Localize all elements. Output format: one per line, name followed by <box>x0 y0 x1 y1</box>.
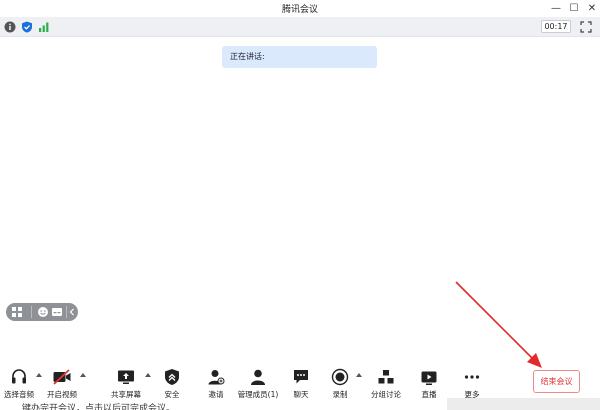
record-options-caret[interactable] <box>356 373 362 377</box>
manage-members-button[interactable]: 管理成员(1) <box>238 362 278 400</box>
reaction-pill <box>6 303 78 321</box>
chat-icon <box>291 367 311 387</box>
share-screen-button[interactable]: 共享屏幕 <box>109 362 143 400</box>
end-meeting-button[interactable]: 结束会议 <box>533 370 580 393</box>
info-icon[interactable] <box>4 21 16 33</box>
meeting-timer: 00:17 <box>541 20 571 33</box>
bottom-toolbar: 选择音频 开启视频 共享屏幕 安全 邀请 管理成员(1) 聊天 录制 分组讨论 … <box>0 362 600 402</box>
start-video-button[interactable]: 开启视频 <box>46 362 78 400</box>
share-screen-icon <box>116 367 136 387</box>
layout-icon[interactable] <box>11 306 23 318</box>
record-icon <box>330 367 350 387</box>
minimize-button[interactable]: — <box>549 1 563 15</box>
breakout-rooms-button[interactable]: 分组讨论 <box>368 362 404 400</box>
more-button[interactable]: 更多 <box>458 362 486 400</box>
window-title: 腾讯会议 <box>281 5 318 15</box>
invite-button[interactable]: 邀请 <box>202 362 230 400</box>
invite-label: 邀请 <box>208 390 224 399</box>
headset-icon <box>9 367 29 387</box>
fullscreen-icon[interactable] <box>580 21 592 33</box>
live-stream-label: 直播 <box>421 390 437 399</box>
record-button[interactable]: 录制 <box>326 362 354 400</box>
shield-icon[interactable] <box>21 21 33 33</box>
shield-icon <box>162 367 182 387</box>
maximize-button[interactable]: ☐ <box>567 1 581 15</box>
status-bar: 00:17 <box>0 17 600 37</box>
select-audio-label: 选择音频 <box>4 390 34 399</box>
chat-button[interactable]: 聊天 <box>287 362 315 400</box>
pill-divider <box>31 306 32 318</box>
live-stream-button[interactable]: 直播 <box>415 362 443 400</box>
breakout-rooms-label: 分组讨论 <box>371 390 401 399</box>
invite-user-icon <box>206 367 226 387</box>
start-video-label: 开启视频 <box>47 390 77 399</box>
share-options-caret[interactable] <box>145 373 151 377</box>
more-icon <box>462 367 482 387</box>
record-label: 录制 <box>332 390 348 399</box>
chat-label: 聊天 <box>293 390 309 399</box>
meeting-window: 腾讯会议 — ☐ ✕ 00:17 正在讲话: 选择音频 开启视频 共享屏幕 安全… <box>0 0 600 410</box>
background-document-text: 键办完开会议，点击以后可完成会议。 <box>22 404 176 410</box>
video-options-caret[interactable] <box>80 373 86 377</box>
signal-icon[interactable] <box>38 21 50 33</box>
security-label: 安全 <box>164 390 180 399</box>
breakout-icon <box>376 367 396 387</box>
audio-options-caret[interactable] <box>36 373 42 377</box>
members-icon <box>248 367 268 387</box>
select-audio-button[interactable]: 选择音频 <box>3 362 35 400</box>
close-button[interactable]: ✕ <box>585 1 599 15</box>
live-stream-icon <box>419 367 439 387</box>
collapse-icon[interactable] <box>68 306 76 318</box>
camera-off-icon <box>52 367 72 387</box>
security-button[interactable]: 安全 <box>158 362 186 400</box>
pill-divider <box>66 306 67 318</box>
manage-members-label: 管理成员(1) <box>237 390 279 399</box>
share-screen-label: 共享屏幕 <box>111 390 141 399</box>
background-document-margin <box>447 398 600 410</box>
caption-icon[interactable] <box>51 306 63 318</box>
title-bar: 腾讯会议 — ☐ ✕ <box>0 0 600 17</box>
speaking-indicator: 正在讲话: <box>222 46 377 68</box>
emoji-icon[interactable] <box>37 306 49 318</box>
